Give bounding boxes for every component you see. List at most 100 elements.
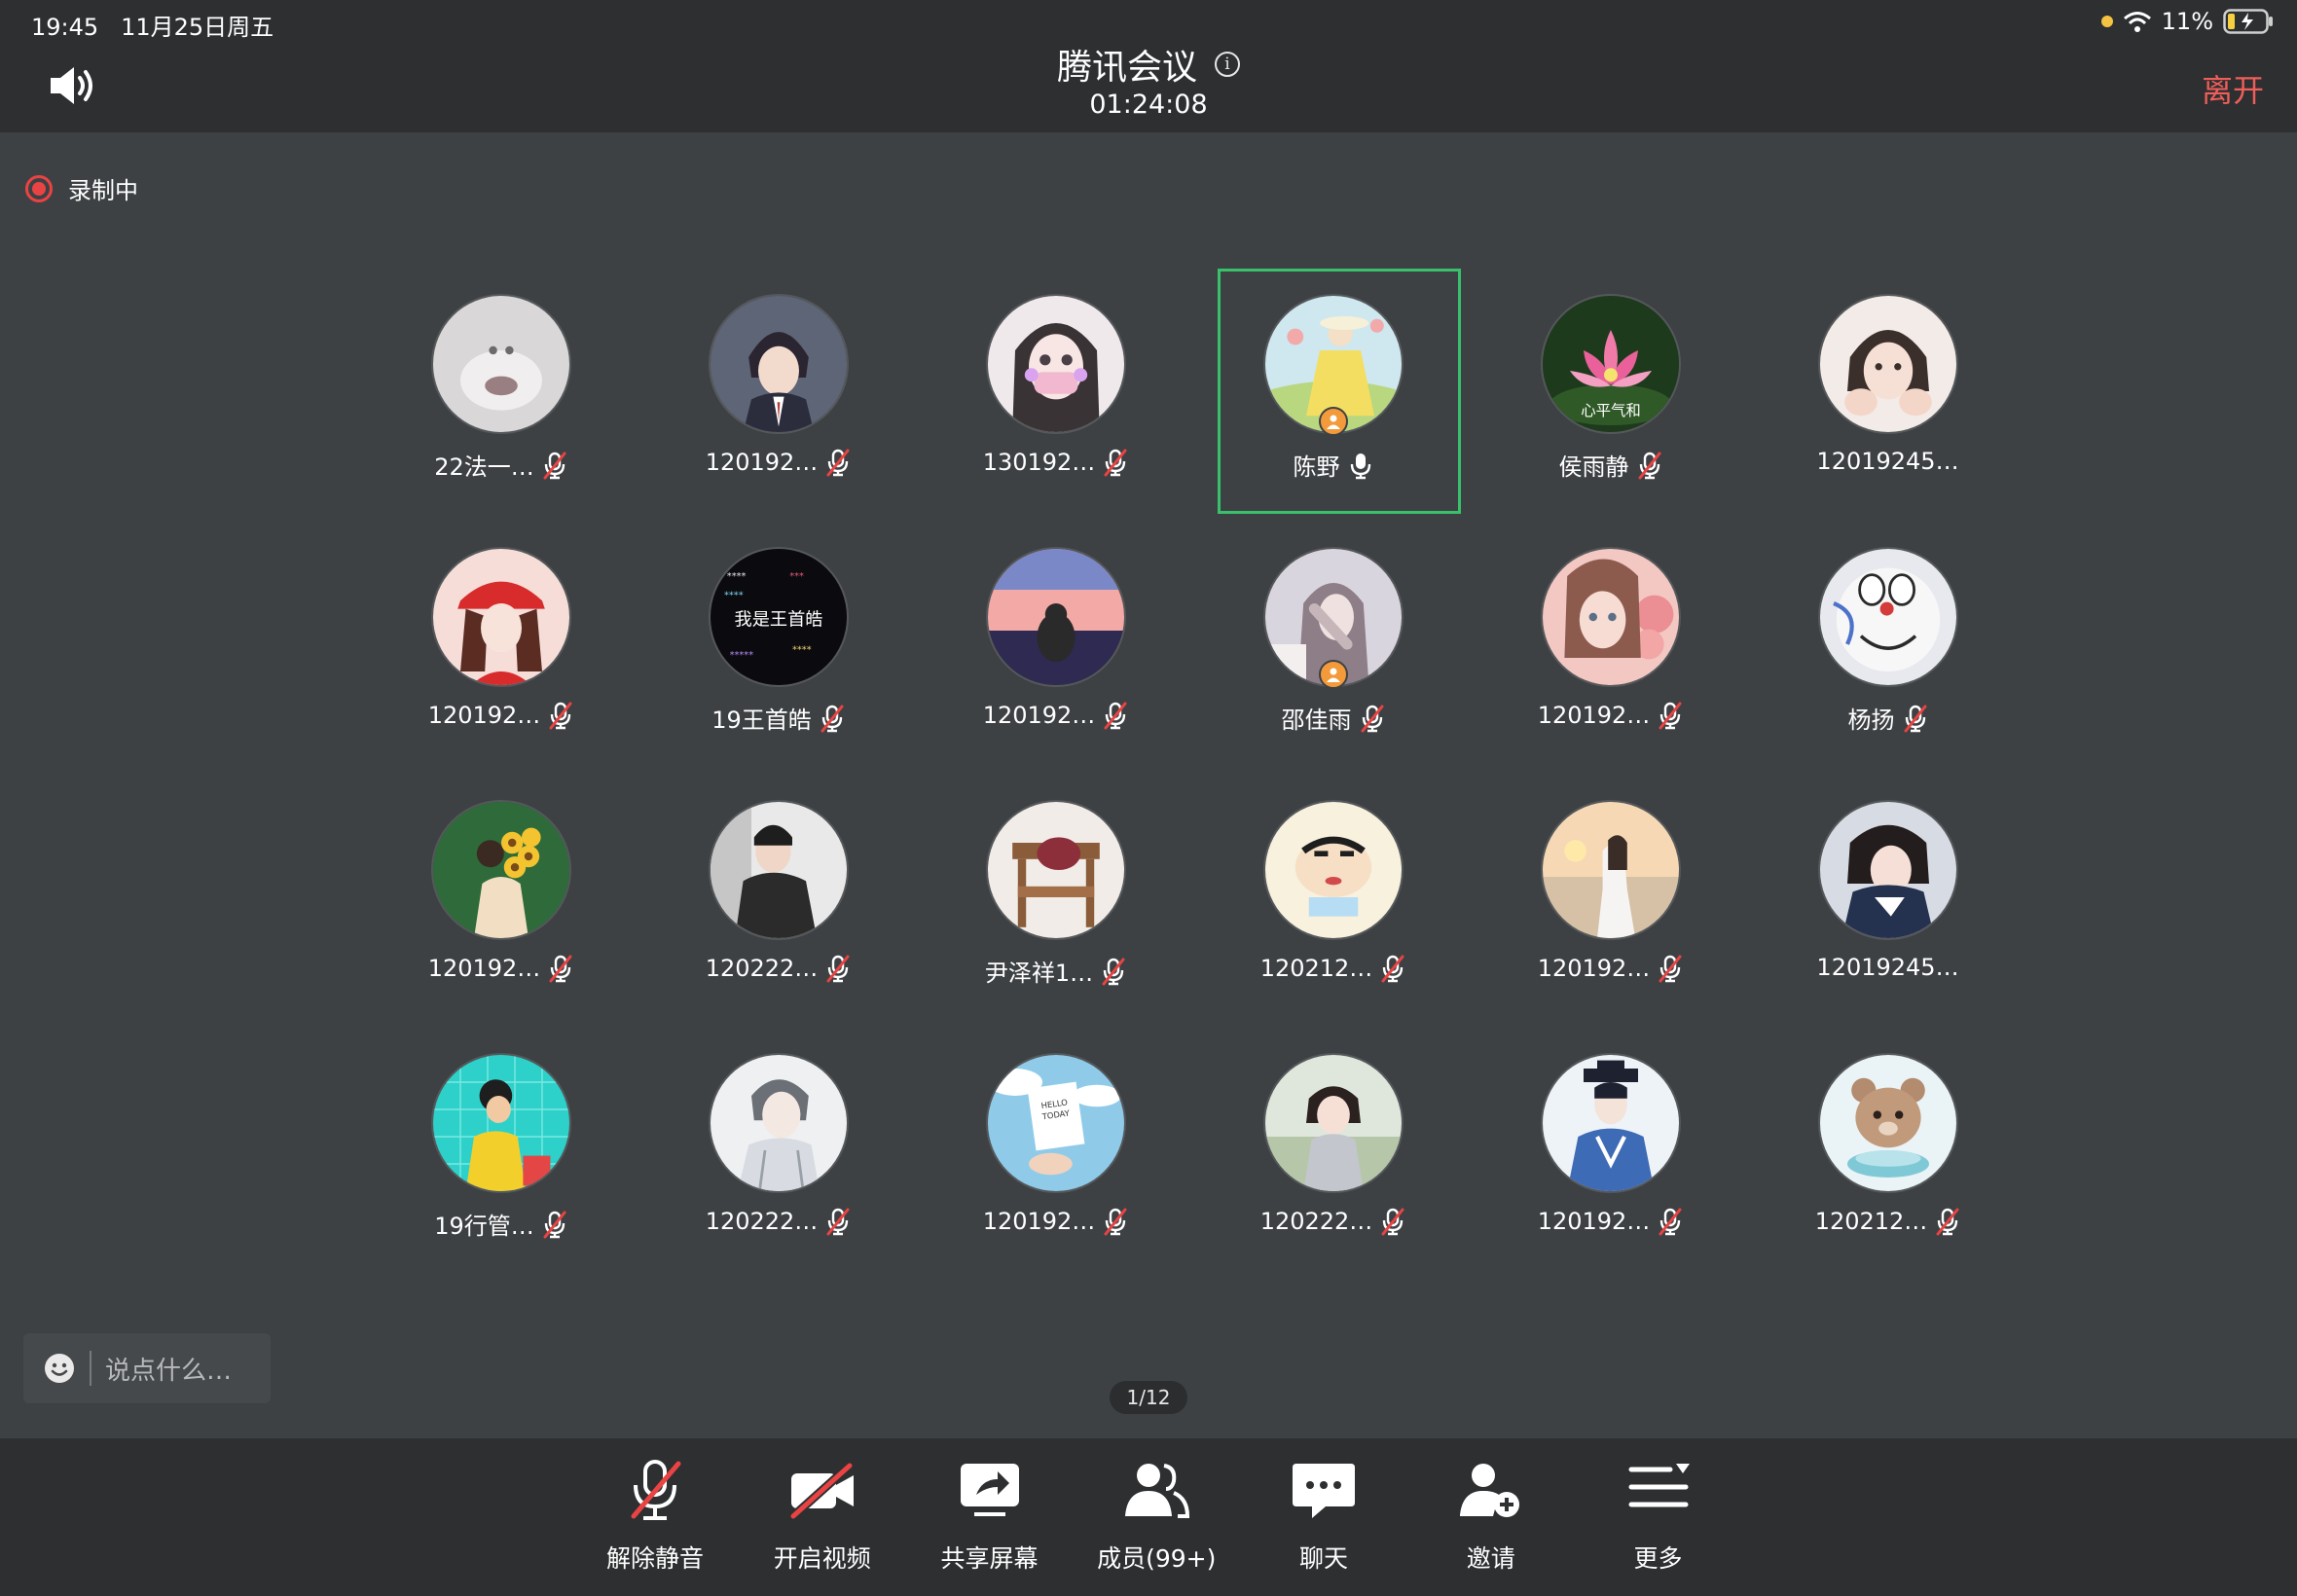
page-indicator: 1/12 xyxy=(1110,1381,1187,1414)
leave-button[interactable]: 离开 xyxy=(2202,66,2264,111)
avatar[interactable] xyxy=(430,294,571,434)
participant-tile[interactable]: 22法一… xyxy=(362,271,639,524)
participant-name: 侯雨静 xyxy=(1558,453,1629,481)
participant-tile[interactable]: 尹泽祥1… xyxy=(917,777,1194,1030)
participant-tile[interactable]: 130192… xyxy=(917,271,1194,524)
participant-name-row: 120192… xyxy=(1538,954,1684,983)
unmute-button[interactable]: 解除静音 xyxy=(582,1456,728,1575)
participant-name-row: 120222… xyxy=(706,954,852,983)
more-label: 更多 xyxy=(1633,1544,1683,1573)
participant-name: 邵佳雨 xyxy=(1281,707,1352,734)
participant-name-row: 19行管… xyxy=(434,1207,567,1241)
avatar[interactable] xyxy=(985,800,1126,940)
mic-muted-icon xyxy=(548,954,573,983)
bottom-toolbar: 解除静音 开启视频 共享屏幕 成员(99+) 聊天 邀请 更多 xyxy=(0,1438,2297,1596)
participant-tile[interactable]: 120212… xyxy=(1194,777,1472,1030)
participant-name: 120222… xyxy=(1259,1208,1373,1235)
avatar[interactable] xyxy=(430,547,571,687)
avatar[interactable] xyxy=(1540,547,1681,687)
avatar[interactable] xyxy=(1262,800,1404,940)
avatar[interactable] xyxy=(985,547,1126,687)
participant-tile[interactable]: 120192… xyxy=(362,524,639,777)
avatar[interactable]: **** *** **** **** ***** 我是王首皓 xyxy=(708,547,849,687)
participant-name: 120192… xyxy=(1537,702,1651,729)
more-button[interactable]: 更多 xyxy=(1586,1456,1732,1575)
status-time: 19:45 xyxy=(31,14,99,41)
mic-muted-icon xyxy=(825,954,851,983)
participant-tile[interactable]: 120222… xyxy=(1194,1030,1472,1283)
avatar-caption: 心平气和 xyxy=(1581,402,1641,419)
avatar[interactable] xyxy=(1817,294,1958,434)
participant-name: 19行管… xyxy=(434,1213,534,1240)
avatar[interactable] xyxy=(1817,1053,1958,1193)
share-button[interactable]: 共享屏幕 xyxy=(917,1456,1063,1575)
participant-tile[interactable]: 12019245… xyxy=(1749,271,2026,524)
participant-tile[interactable]: 19行管… xyxy=(362,1030,639,1283)
avatar[interactable] xyxy=(1817,800,1958,940)
avatar[interactable] xyxy=(708,1053,849,1193)
avatar[interactable] xyxy=(708,800,849,940)
emoji-icon[interactable] xyxy=(43,1352,76,1385)
participant-name: 130192… xyxy=(982,449,1096,476)
participant-name-row: 22法一… xyxy=(434,448,567,482)
participant-tile[interactable]: 120222… xyxy=(639,777,917,1030)
participant-tile[interactable]: 心平气和侯雨静 xyxy=(1472,271,1749,524)
participant-name: 120222… xyxy=(705,955,819,982)
participant-tile[interactable]: 12019245… xyxy=(1749,777,2026,1030)
participant-tile[interactable]: 120192… xyxy=(1472,524,1749,777)
participant-name: 120192… xyxy=(982,702,1096,729)
avatar[interactable] xyxy=(708,294,849,434)
participant-name: 120192… xyxy=(1537,955,1651,982)
status-clock: 19:45 11月25日周五 xyxy=(31,8,273,42)
avatar[interactable] xyxy=(985,294,1126,434)
participant-name: 120192… xyxy=(427,702,541,729)
info-icon[interactable]: i xyxy=(1215,52,1240,77)
invite-button[interactable]: 邀请 xyxy=(1418,1456,1564,1575)
participant-name-row: 120192… xyxy=(983,701,1129,730)
avatar[interactable]: 心平气和 xyxy=(1540,294,1681,434)
status-date: 11月25日周五 xyxy=(121,14,274,41)
participant-tile[interactable]: HELLO TODAY 120192… xyxy=(917,1030,1194,1283)
mic-muted-icon xyxy=(1360,704,1385,733)
avatar[interactable] xyxy=(430,800,571,940)
avatar[interactable] xyxy=(1262,1053,1404,1193)
privacy-dot-icon xyxy=(2100,16,2113,27)
avatar[interactable] xyxy=(430,1053,571,1193)
participant-tile[interactable]: 120222… xyxy=(639,1030,917,1283)
participant-name: 19王首皓 xyxy=(711,707,812,734)
participant-name-row: 120192… xyxy=(983,1207,1129,1236)
participant-tile[interactable]: 陈野 xyxy=(1194,269,1472,524)
participant-tile[interactable]: 120192… xyxy=(639,271,917,524)
participant-tile[interactable]: 120212… xyxy=(1749,1030,2026,1283)
avatar[interactable]: HELLO TODAY xyxy=(985,1053,1126,1193)
avatar[interactable] xyxy=(1540,800,1681,940)
participant-tile[interactable]: 120192… xyxy=(1472,1030,1749,1283)
participant-tile[interactable]: 120192… xyxy=(917,524,1194,777)
participant-name-row: 19王首皓 xyxy=(711,701,845,735)
participant-tile[interactable]: 杨扬 xyxy=(1749,524,2026,777)
mic-muted-icon xyxy=(1101,957,1126,986)
participant-name: 杨扬 xyxy=(1847,707,1895,734)
avatar[interactable] xyxy=(1817,547,1958,687)
participant-tile[interactable]: **** *** **** **** ***** 我是王首皓 19王首皓 xyxy=(639,524,917,777)
participant-tile[interactable]: 120192… xyxy=(362,777,639,1030)
participant-tile[interactable]: 邵佳雨 xyxy=(1194,524,1472,777)
host-icon xyxy=(1318,660,1348,689)
members-button[interactable]: 成员(99+) xyxy=(1083,1456,1229,1575)
recording-indicator: 录制中 xyxy=(25,171,138,205)
chat-input[interactable]: 说点什么… xyxy=(23,1333,271,1403)
mic-muted-icon xyxy=(825,448,851,477)
members-icon xyxy=(1119,1456,1193,1528)
mic-muted-icon xyxy=(1380,954,1405,983)
mic-muted-icon xyxy=(1658,1207,1683,1236)
video-label: 开启视频 xyxy=(773,1544,871,1573)
mic-muted-icon xyxy=(820,704,845,733)
chat-button[interactable]: 聊天 xyxy=(1251,1456,1397,1575)
participant-tile[interactable]: 120192… xyxy=(1472,777,1749,1030)
battery-charging-icon xyxy=(2223,9,2273,34)
recording-label: 录制中 xyxy=(68,177,138,204)
meeting-title-text: 腾讯会议 xyxy=(1056,48,1197,88)
video-button[interactable]: 开启视频 xyxy=(749,1456,895,1575)
share-label: 共享屏幕 xyxy=(940,1544,1039,1573)
avatar[interactable] xyxy=(1540,1053,1681,1193)
